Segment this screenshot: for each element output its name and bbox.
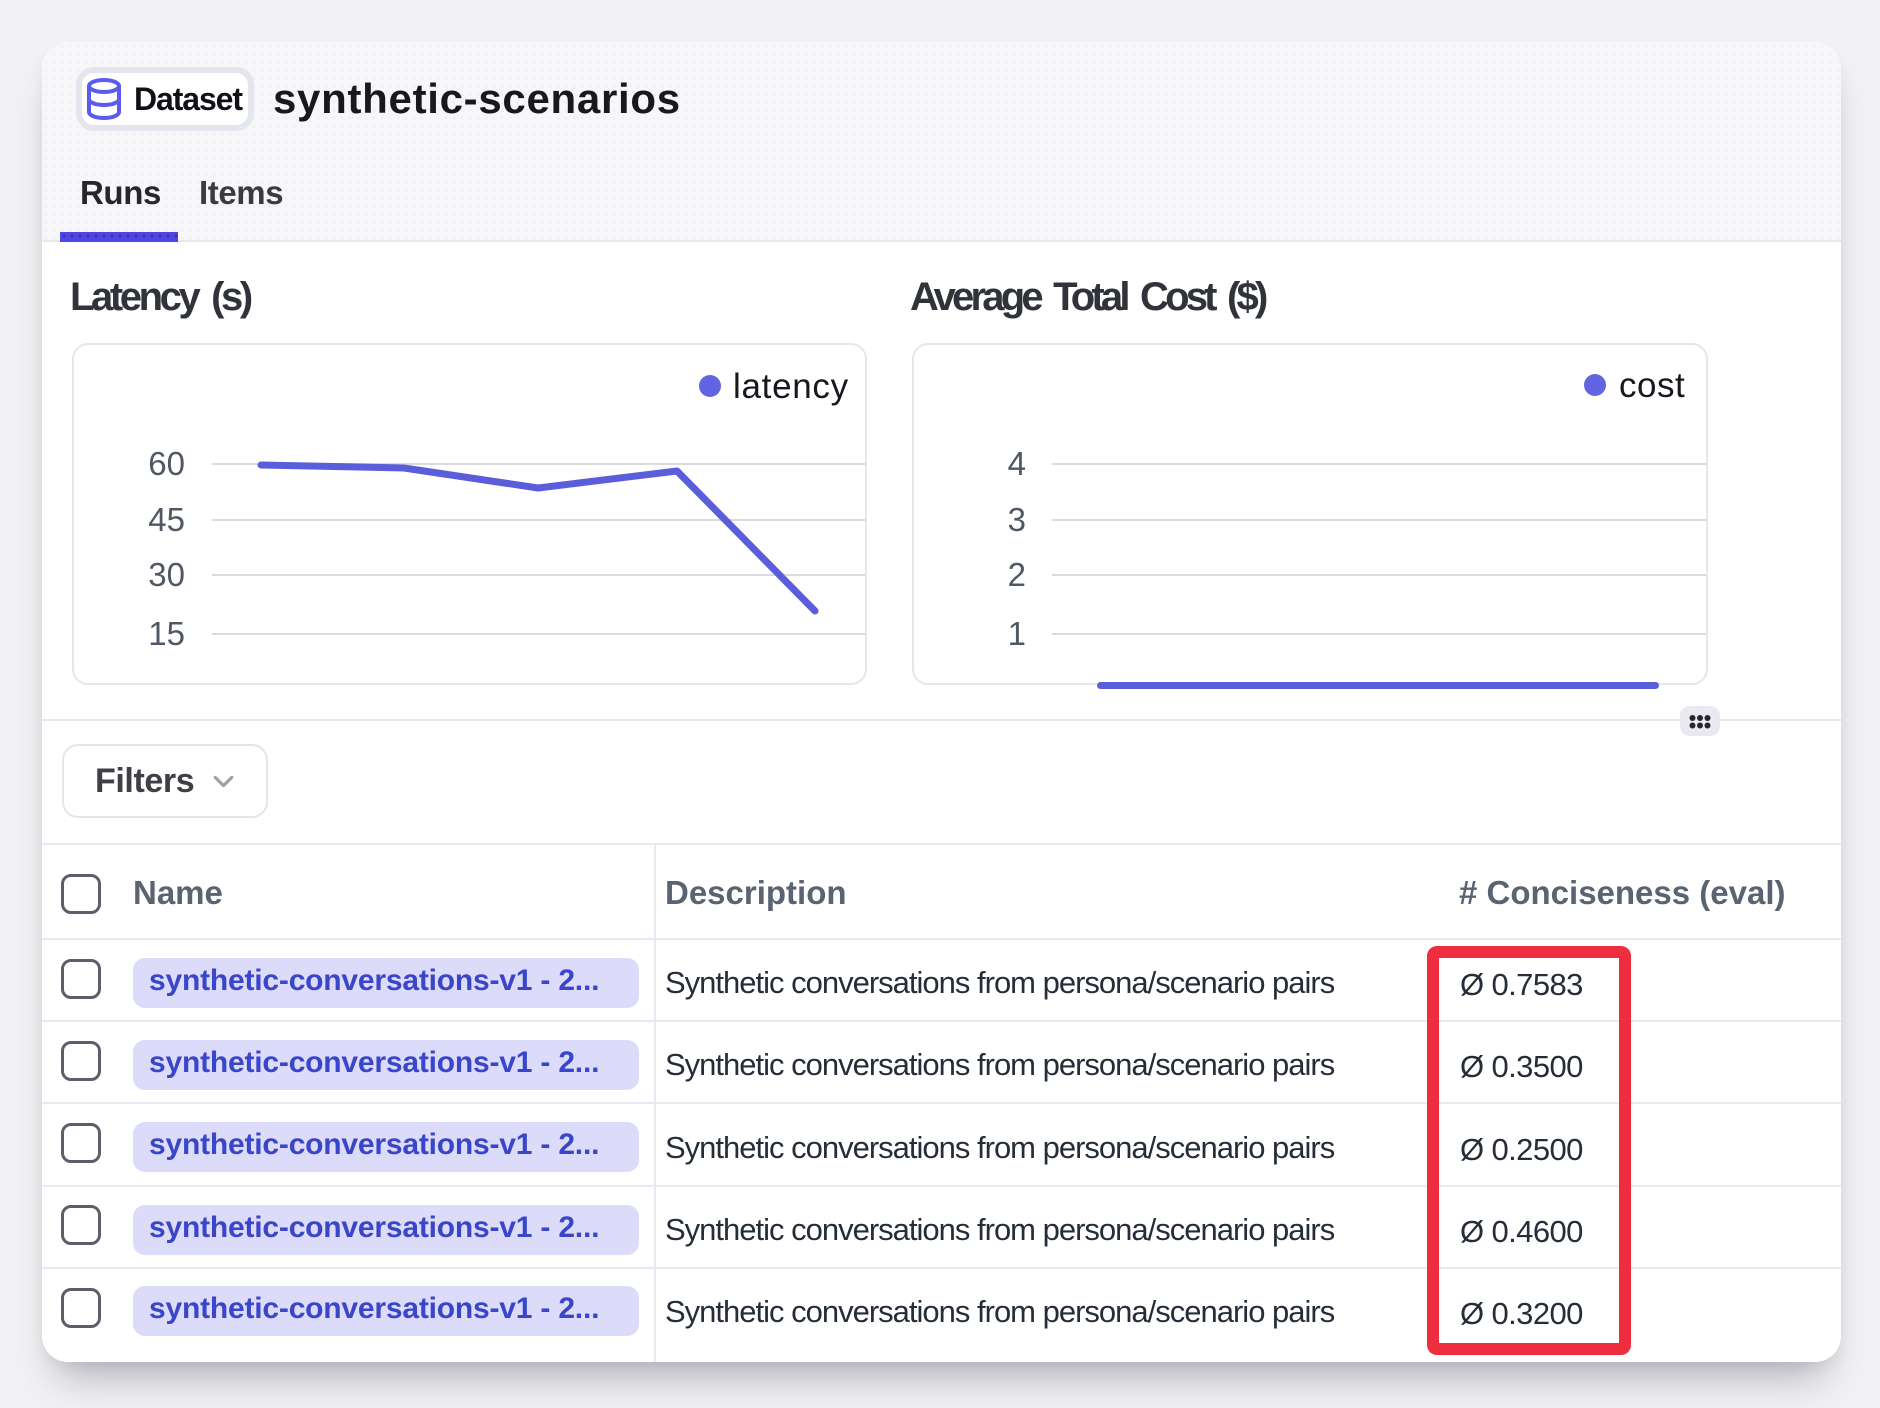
svg-text:cost: cost — [1619, 366, 1685, 405]
svg-text:45: 45 — [148, 501, 185, 538]
svg-text:30: 30 — [148, 556, 185, 593]
svg-text:3: 3 — [1008, 501, 1026, 538]
svg-text:latency: latency — [733, 367, 849, 406]
svg-text:4: 4 — [1008, 445, 1026, 482]
svg-text:60: 60 — [148, 445, 185, 482]
svg-text:2: 2 — [1008, 556, 1026, 593]
svg-text:1: 1 — [1008, 615, 1026, 652]
svg-text:15: 15 — [148, 615, 185, 652]
